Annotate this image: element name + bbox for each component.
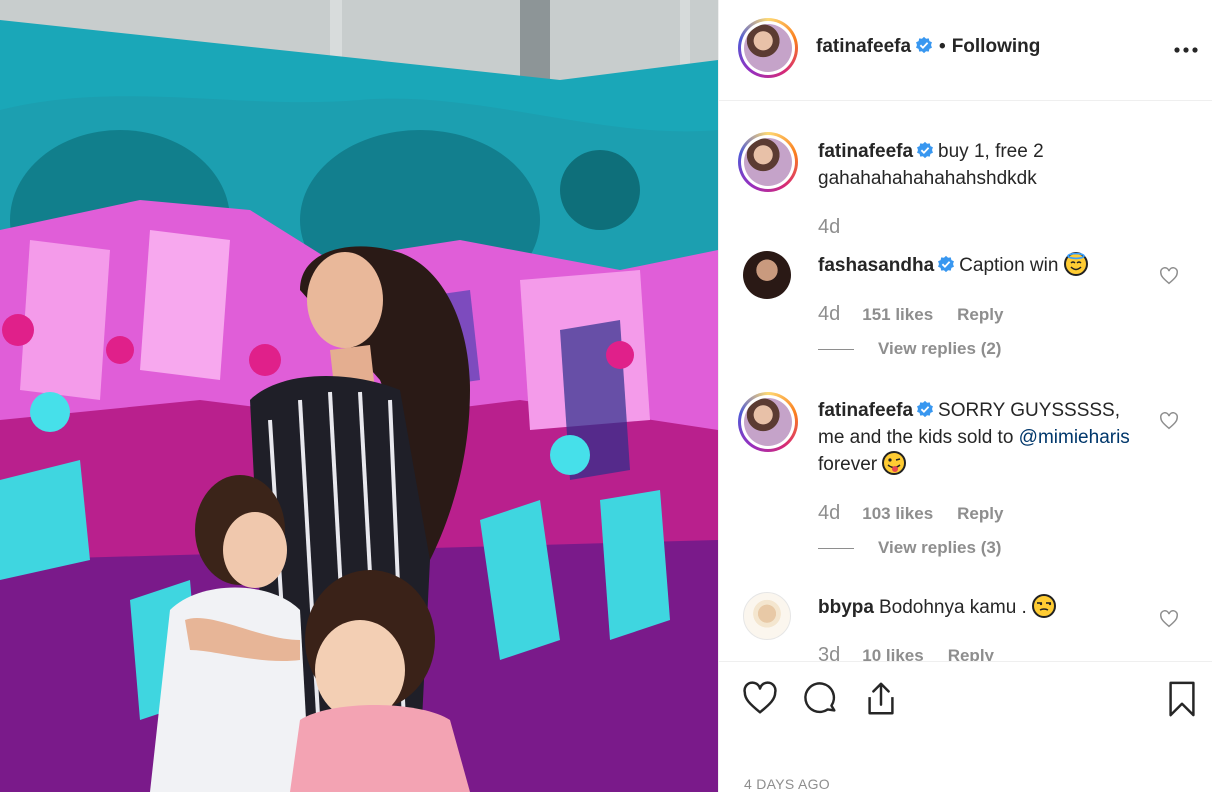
caption-meta: 4d: [818, 216, 862, 239]
commenter-avatar[interactable]: [743, 592, 791, 640]
like-comment-heart-icon[interactable]: [1159, 267, 1179, 285]
comment-likes[interactable]: 103 likes: [862, 504, 933, 523]
view-replies-button[interactable]: View replies (2): [818, 339, 1001, 359]
comment-likes[interactable]: 10 likes: [862, 646, 923, 661]
replies-divider: [818, 548, 854, 550]
comment-text: Bodohnya kamu .: [878, 597, 1027, 618]
reply-button[interactable]: Reply: [948, 646, 994, 661]
more-options-icon[interactable]: [1173, 38, 1199, 62]
comment-icon[interactable]: [802, 680, 840, 718]
comment-text-after: forever: [818, 454, 878, 475]
comment-text-block: fatinafeefa SORRY GUYSSSSS, me and the ki…: [818, 397, 1148, 478]
verified-badge-icon: [916, 36, 932, 54]
winking-face-with-tongue-icon: [882, 451, 907, 475]
post-panel: fatinafeefa • Following fatinafeefa buy 1, …: [718, 0, 1212, 792]
author-avatar[interactable]: [738, 18, 798, 78]
commenter-avatar[interactable]: [743, 251, 791, 299]
post-photo[interactable]: [0, 0, 718, 792]
post-actions: 4 DAYS AGO: [719, 661, 1212, 792]
post-image: [0, 0, 718, 792]
comment-time[interactable]: 3d: [818, 644, 840, 661]
comment-meta: 4d 103 likes Reply: [818, 502, 1027, 525]
like-comment-heart-icon[interactable]: [1159, 412, 1179, 430]
comment-username[interactable]: fashasandha: [818, 255, 934, 276]
comment-time[interactable]: 4d: [818, 303, 840, 325]
verified-badge-icon: [917, 141, 933, 159]
comment-username[interactable]: bbypa: [818, 597, 874, 618]
bookmark-icon[interactable]: [1163, 680, 1201, 718]
post-header: fatinafeefa • Following: [719, 0, 1212, 101]
reply-button[interactable]: Reply: [957, 504, 1003, 523]
comment-meta: 4d 151 likes Reply: [818, 303, 1027, 326]
commenter-avatar[interactable]: [738, 392, 798, 452]
like-comment-heart-icon[interactable]: [1159, 610, 1179, 628]
comment-likes[interactable]: 151 likes: [862, 305, 933, 324]
replies-divider: [818, 349, 854, 351]
caption-author-avatar[interactable]: [738, 132, 798, 192]
mention-link[interactable]: @mimieharis: [1019, 427, 1130, 448]
view-replies-label: View replies (2): [878, 339, 1002, 358]
verified-badge-icon: [917, 400, 933, 418]
unamused-face-icon: [1032, 594, 1057, 618]
comment-text-block: fashasandha Caption win: [818, 252, 1148, 279]
comment-time[interactable]: 4d: [818, 502, 840, 524]
verified-badge-icon: [938, 255, 955, 273]
comment-text-block: bbypa Bodohnya kamu .: [818, 594, 1148, 621]
following-button[interactable]: Following: [952, 36, 1041, 57]
view-replies-label: View replies (3): [878, 538, 1002, 557]
comment-text: Caption win: [959, 255, 1059, 276]
separator-dot: •: [939, 36, 946, 57]
smiling-face-with-halo-icon: [1063, 252, 1088, 276]
author-username[interactable]: fatinafeefa: [816, 36, 911, 57]
share-icon[interactable]: [862, 680, 900, 718]
post-date[interactable]: 4 DAYS AGO: [744, 776, 830, 792]
caption-text-block: fatinafeefa buy 1, free 2 gahahahahahahah…: [818, 138, 1148, 192]
author-line: fatinafeefa • Following: [816, 36, 1040, 58]
caption-username[interactable]: fatinafeefa: [818, 141, 913, 162]
heart-icon[interactable]: [741, 680, 779, 718]
reply-button[interactable]: Reply: [957, 305, 1003, 324]
view-replies-button[interactable]: View replies (3): [818, 538, 1001, 558]
comments-list[interactable]: fatinafeefa buy 1, free 2 gahahahahahahah…: [719, 101, 1212, 661]
comment-meta: 3d 10 likes Reply: [818, 644, 1018, 661]
comment-username[interactable]: fatinafeefa: [818, 400, 913, 421]
caption-time[interactable]: 4d: [818, 216, 840, 238]
